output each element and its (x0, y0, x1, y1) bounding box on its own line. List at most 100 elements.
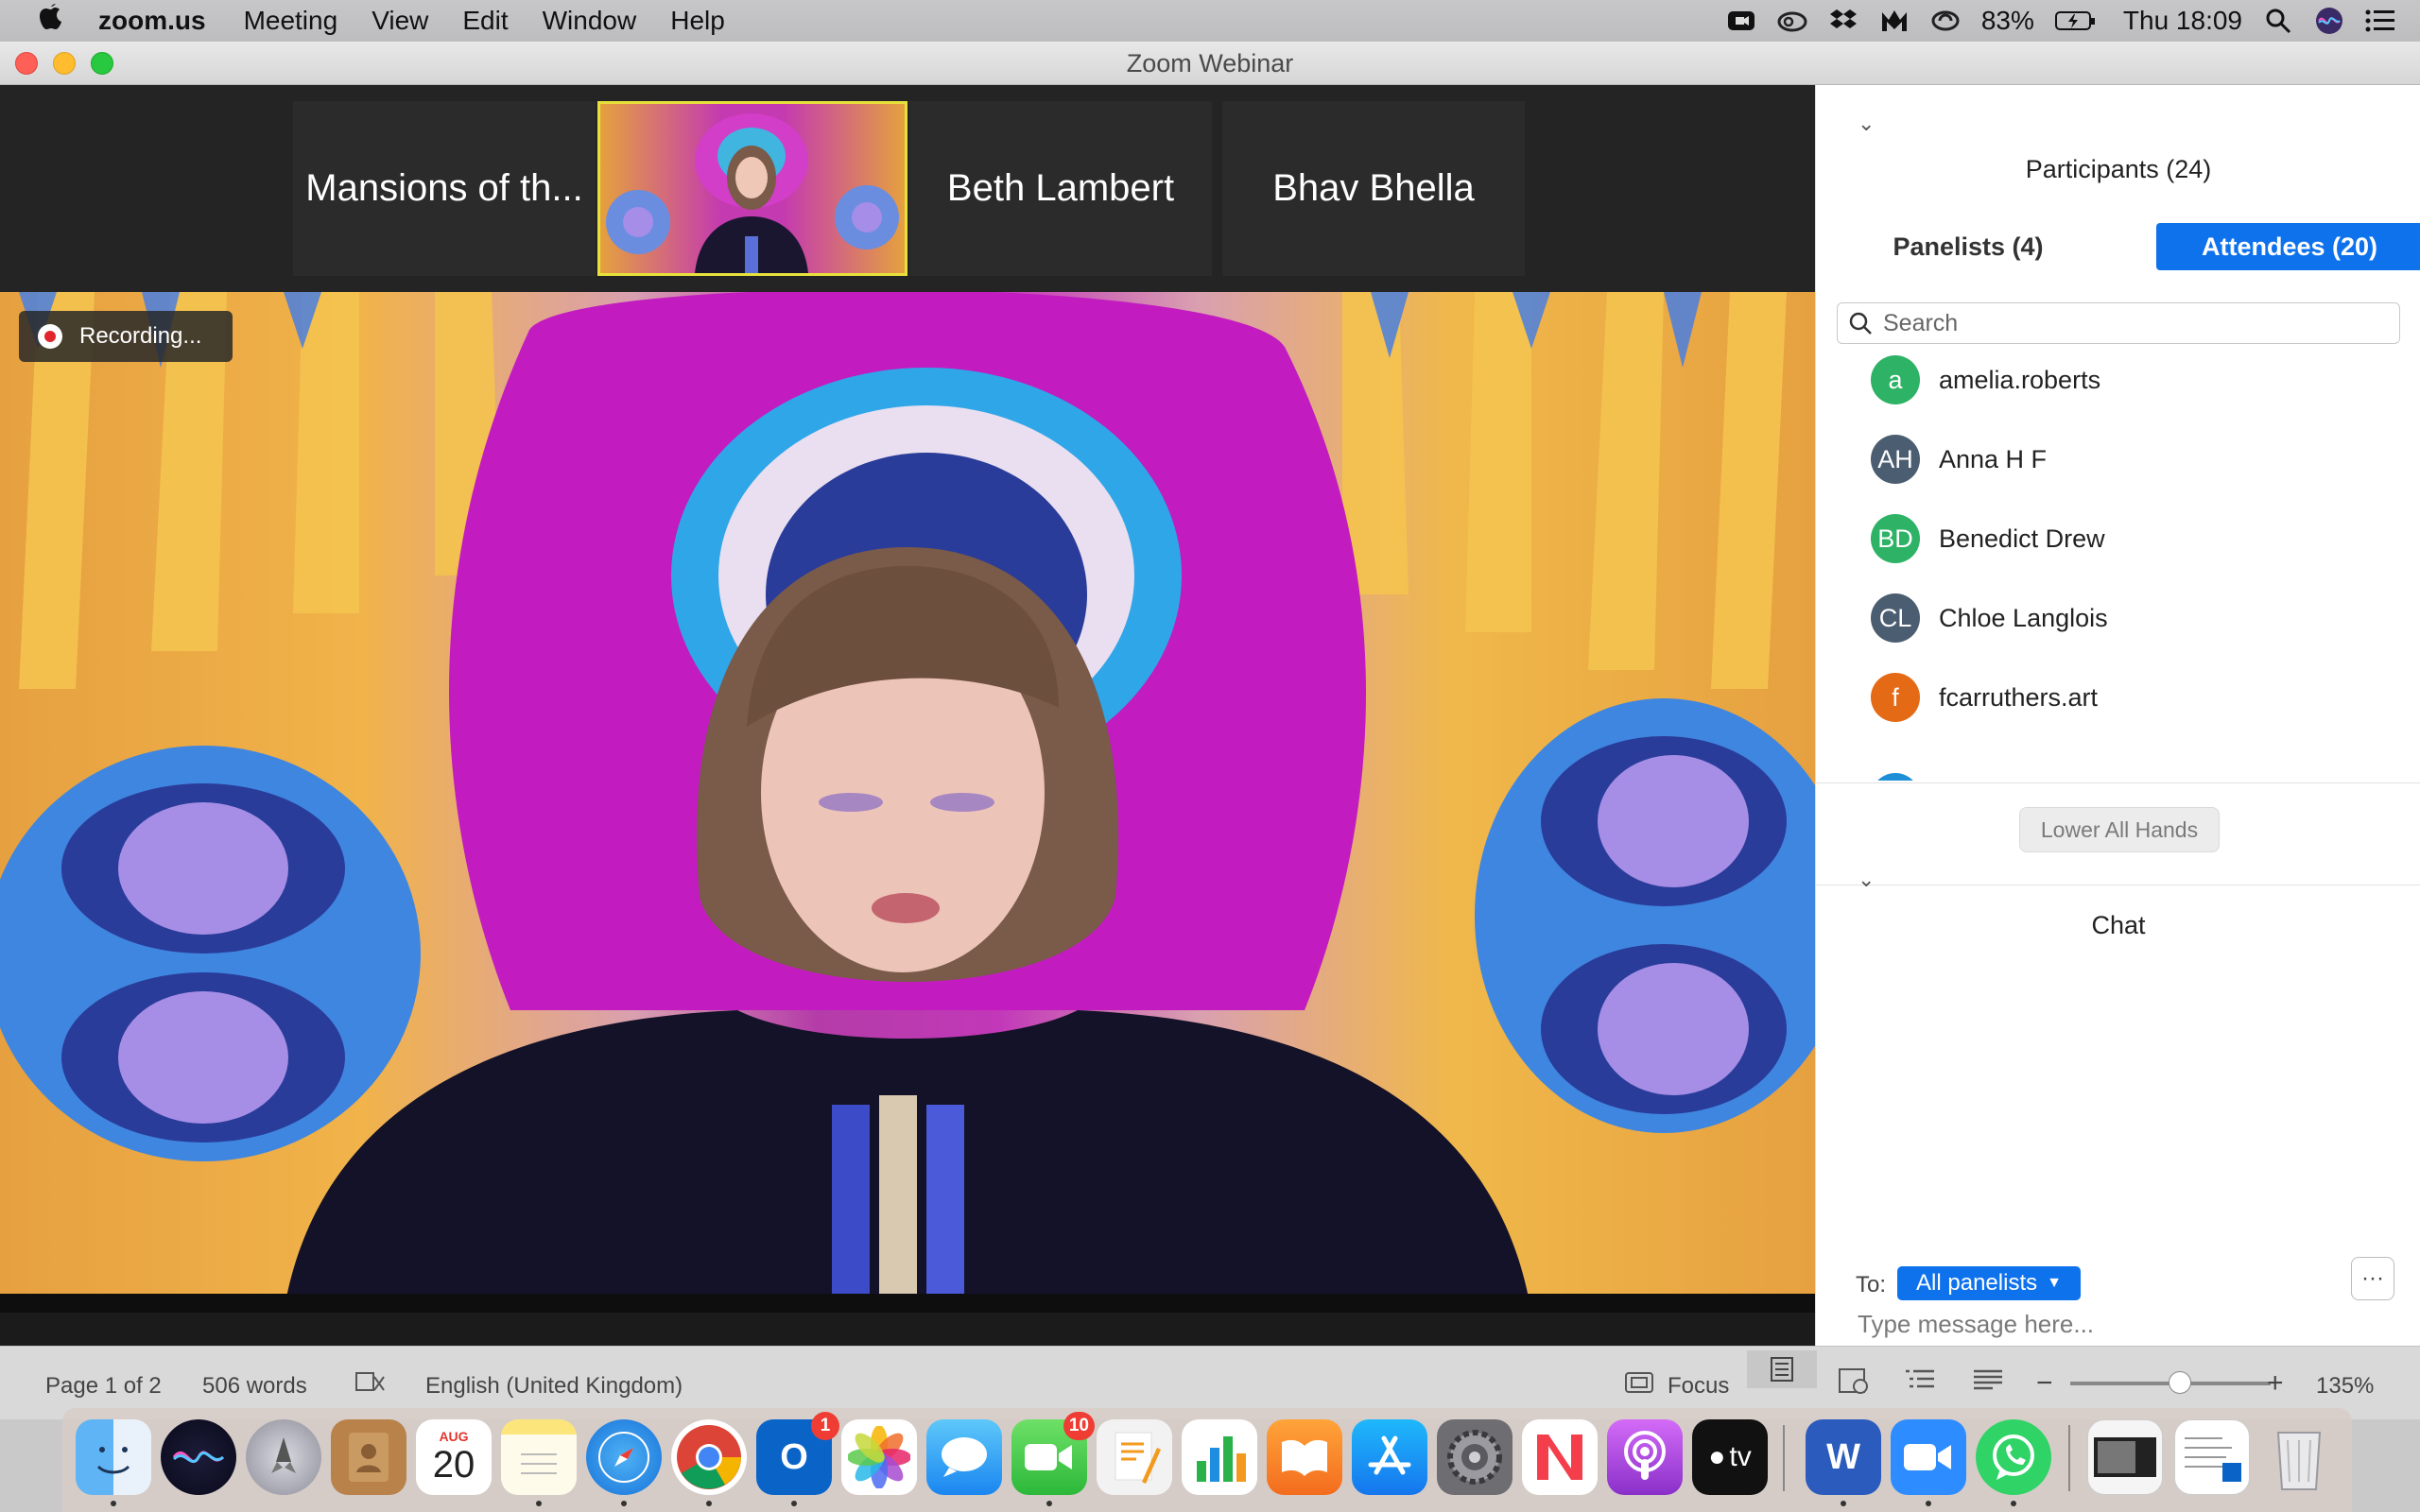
whatsapp-icon[interactable] (1976, 1419, 2051, 1495)
chat-recipient-dropdown[interactable]: All panelists ▼ (1897, 1266, 2081, 1300)
video-tile-beth-lambert[interactable]: Beth Lambert (909, 101, 1212, 276)
notes-icon[interactable] (501, 1419, 577, 1495)
minimized-document-thumbnail[interactable] (2174, 1419, 2250, 1495)
close-window-button[interactable] (15, 52, 38, 75)
app-menu-zoom[interactable]: zoom.us (81, 6, 227, 36)
focus-label[interactable]: Focus (1668, 1373, 1729, 1400)
partial-avatar (1871, 773, 1920, 781)
books-icon[interactable] (1267, 1419, 1342, 1495)
participant-name: fcarruthers.art (1939, 682, 2099, 712)
participant-name: Chloe Langlois (1939, 603, 2108, 632)
facetime-badge: 10 (1063, 1412, 1095, 1440)
menu-help[interactable]: Help (653, 6, 742, 36)
video-thumbnail-strip: Mansions of th... Beth Lambert Bhav Bhel… (0, 85, 1815, 292)
web-layout-view-icon[interactable] (1838, 1366, 1870, 1402)
numbers-icon[interactable] (1182, 1419, 1257, 1495)
messages-icon[interactable] (926, 1419, 1002, 1495)
word-icon[interactable]: W (1806, 1419, 1881, 1495)
participant-search-input[interactable]: Search (1837, 302, 2400, 344)
list-item[interactable]: CL Chloe Langlois (1871, 592, 2108, 644)
menubar-clock[interactable]: Thu 18:09 (2123, 6, 2242, 36)
malwarebytes-icon[interactable] (1879, 6, 1910, 36)
zoom-level[interactable]: 135% (2316, 1373, 2374, 1400)
list-item[interactable]: AH Anna H F (1871, 433, 2047, 486)
video-tile-mansions[interactable]: Mansions of th... (293, 101, 596, 276)
photos-icon[interactable] (841, 1419, 917, 1495)
zoom-slider-thumb[interactable] (2169, 1371, 2191, 1394)
main-speaker-video[interactable]: Recording... (0, 292, 1815, 1313)
creative-cloud-icon[interactable] (1777, 6, 1807, 36)
page-indicator[interactable]: Page 1 of 2 (45, 1373, 162, 1400)
sync-icon[interactable] (1930, 6, 1961, 36)
window-title: Zoom Webinar (1126, 49, 1294, 77)
running-indicator (1046, 1501, 1052, 1506)
contacts-icon[interactable] (331, 1419, 406, 1495)
apple-tv-icon[interactable]: ● tv (1692, 1419, 1768, 1495)
collapse-chat-chevron-icon[interactable]: ⌄ (1858, 868, 1875, 892)
app-store-icon[interactable] (1352, 1419, 1427, 1495)
chat-message-input[interactable]: Type message here... (1858, 1310, 2094, 1339)
collapse-participants-chevron-icon[interactable]: ⌄ (1858, 112, 1875, 136)
running-indicator (1841, 1501, 1846, 1506)
menu-edit[interactable]: Edit (445, 6, 525, 36)
avatar: BD (1871, 514, 1920, 563)
word-count[interactable]: 506 words (202, 1373, 307, 1400)
finder-icon[interactable] (76, 1419, 151, 1495)
running-indicator (1926, 1501, 1931, 1506)
minimized-window-thumbnail[interactable] (2087, 1419, 2163, 1495)
tab-panelists[interactable]: Panelists (4) (1835, 223, 2101, 270)
tab-attendees[interactable]: Attendees (20) (2156, 223, 2420, 270)
calendar-icon[interactable]: AUG 20 (416, 1419, 492, 1495)
news-icon[interactable] (1522, 1419, 1598, 1495)
launchpad-icon[interactable] (246, 1419, 321, 1495)
menu-meeting[interactable]: Meeting (227, 6, 355, 36)
pages-icon[interactable] (1097, 1419, 1172, 1495)
battery-icon[interactable] (2054, 6, 2097, 36)
fullscreen-window-button[interactable] (91, 52, 113, 75)
dropbox-icon[interactable] (1828, 6, 1858, 36)
system-preferences-icon[interactable] (1437, 1419, 1512, 1495)
recording-label: Recording... (79, 323, 202, 349)
zoom-in-icon[interactable]: + (2267, 1367, 2284, 1400)
podcasts-icon[interactable] (1607, 1419, 1683, 1495)
zoom-out-icon[interactable]: − (2036, 1367, 2053, 1400)
draft-view-icon[interactable] (1972, 1366, 2004, 1402)
status-tray: 83% Thu 18:09 (1726, 0, 2420, 42)
focus-icon[interactable] (1624, 1369, 1654, 1402)
language-indicator[interactable]: English (United Kingdom) (425, 1373, 683, 1400)
speaker-thumbnail-image (606, 113, 899, 273)
siri-icon[interactable] (161, 1419, 236, 1495)
zoom-slider[interactable] (2070, 1371, 2271, 1394)
list-item[interactable]: a amelia.roberts (1871, 353, 2100, 406)
outline-view-icon[interactable] (1904, 1366, 1936, 1402)
chrome-icon[interactable] (671, 1419, 747, 1495)
list-item[interactable]: f fcarruthers.art (1871, 671, 2098, 724)
video-tile-bhav-bhella[interactable]: Bhav Bhella (1222, 101, 1525, 276)
safari-icon[interactable] (586, 1419, 662, 1495)
proofing-icon[interactable] (354, 1369, 386, 1402)
print-layout-view-button[interactable] (1747, 1350, 1817, 1388)
menu-window[interactable]: Window (526, 6, 654, 36)
video-area: Mansions of th... Beth Lambert Bhav Bhel… (0, 85, 1815, 1346)
facetime-icon[interactable]: 10 (1011, 1412, 1095, 1495)
list-item[interactable]: BD Benedict Drew (1871, 512, 2105, 565)
trash-icon[interactable] (2261, 1419, 2337, 1495)
lower-all-hands-button[interactable]: Lower All Hands (2019, 807, 2220, 852)
zoom-icon[interactable] (1891, 1419, 1966, 1495)
apple-icon[interactable] (0, 2, 81, 40)
chat-more-options-button[interactable]: ··· (2351, 1257, 2394, 1300)
outlook-icon[interactable]: O 1 (756, 1412, 839, 1495)
zoom-tray-icon[interactable] (1726, 6, 1756, 36)
notification-center-icon[interactable] (2365, 6, 2395, 36)
spotlight-search-icon[interactable] (2263, 6, 2293, 36)
avatar: AH (1871, 435, 1920, 484)
calendar-day: 20 (432, 1443, 475, 1486)
running-indicator (536, 1501, 542, 1506)
record-icon (38, 324, 62, 349)
speaker-video-image (0, 292, 1815, 1313)
minimize-window-button[interactable] (53, 52, 76, 75)
menu-view[interactable]: View (354, 6, 445, 36)
recording-indicator[interactable]: Recording... (19, 311, 233, 362)
video-tile-active-speaker[interactable] (597, 101, 908, 276)
siri-icon[interactable] (2314, 6, 2344, 36)
